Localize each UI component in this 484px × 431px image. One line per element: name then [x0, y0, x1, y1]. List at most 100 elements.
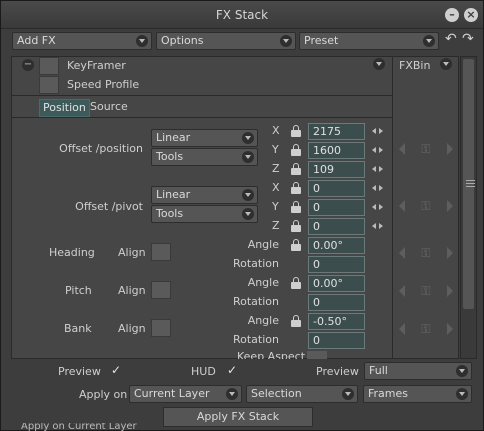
offset-pivot-y-field[interactable]: 0 — [308, 199, 365, 216]
undo-icon[interactable]: ↶ — [445, 31, 457, 47]
offset-position-x-field[interactable]: 2175 — [308, 123, 365, 140]
keyframe-nav-pivot[interactable]: ⚿ — [399, 199, 453, 213]
preview-quality-dropdown[interactable]: Full — [364, 362, 472, 380]
preview-checkbox[interactable]: ✓ — [111, 363, 121, 377]
keyframe-nav-bank[interactable]: ⚿ — [399, 322, 453, 336]
lock-icon[interactable] — [291, 201, 301, 213]
window-title: FX Stack — [215, 8, 269, 22]
offset-position-interp-dropdown[interactable]: Linear — [151, 129, 258, 147]
next-keyframe-icon[interactable] — [447, 323, 453, 335]
title-bar[interactable]: FX Stack – × — [1, 1, 483, 29]
rotation-label: Rotation — [232, 333, 279, 346]
offset-pivot-z-field[interactable]: 0 — [308, 218, 365, 235]
fxbin-dropdown-icon[interactable] — [440, 58, 452, 70]
keyframe-nav-position[interactable]: ⚿ — [399, 142, 453, 156]
prev-keyframe-icon[interactable] — [399, 285, 405, 297]
next-keyframe-icon[interactable] — [447, 200, 453, 212]
offset-pivot-x-field[interactable]: 0 — [308, 180, 365, 197]
keyframe-icon[interactable]: ⚿ — [418, 284, 434, 298]
lock-icon[interactable] — [291, 144, 301, 156]
bank-align-checkbox[interactable] — [151, 319, 171, 337]
chevron-down-icon — [280, 35, 292, 47]
keyframe-icon[interactable]: ⚿ — [418, 322, 434, 336]
next-keyframe-icon[interactable] — [447, 285, 453, 297]
bank-rotation-field[interactable]: 0 — [308, 332, 365, 349]
tools-label: Tools — [156, 207, 184, 220]
bank-angle-field[interactable]: -0.50° — [308, 313, 365, 330]
chevron-down-icon — [242, 151, 254, 163]
keyframe-nav-heading[interactable]: ⚿ — [399, 246, 453, 260]
tab-position[interactable]: Position — [39, 99, 90, 117]
chevron-down-icon — [226, 388, 238, 400]
add-fx-dropdown[interactable]: Add FX — [12, 32, 152, 50]
value-drag-icon[interactable] — [372, 165, 383, 173]
apply-on-value: Current Layer — [134, 387, 210, 400]
offset-pivot-label: Offset /pivot — [75, 200, 143, 213]
lock-icon[interactable] — [291, 125, 301, 137]
lock-icon[interactable] — [291, 182, 301, 194]
value-drag-icon[interactable] — [372, 184, 383, 192]
apply-on-dropdown[interactable]: Current Layer — [129, 385, 242, 403]
lock-icon[interactable] — [291, 315, 301, 327]
minimize-icon[interactable]: – — [445, 8, 459, 22]
pitch-angle-field[interactable]: 0.00° — [308, 275, 365, 292]
preview-quality-label: Preview — [316, 365, 359, 378]
background-window-strip: Apply on Current Layer — [1, 423, 163, 431]
pitch-label: Pitch — [65, 284, 92, 297]
offset-position-z-field[interactable]: 109 — [308, 161, 365, 178]
tab-source[interactable]: Source — [87, 99, 131, 117]
redo-icon[interactable]: ↷ — [462, 31, 474, 47]
lock-icon[interactable] — [291, 163, 301, 175]
prev-keyframe-icon[interactable] — [399, 247, 405, 259]
z-label: Z — [272, 162, 280, 175]
keyframe-nav-pitch[interactable]: ⚿ — [399, 284, 453, 298]
keep-aspect-checkbox[interactable] — [307, 351, 327, 359]
vertical-scrollbar[interactable] — [460, 56, 477, 359]
keyframe-icon[interactable]: ⚿ — [418, 199, 434, 213]
rotation-label: Rotation — [232, 295, 279, 308]
collapse-icon[interactable]: − — [22, 59, 34, 71]
fx-thumbnail-keyframer — [39, 57, 59, 75]
value-drag-icon[interactable] — [372, 146, 383, 154]
next-keyframe-icon[interactable] — [447, 143, 453, 155]
offset-position-y-field[interactable]: 1600 — [308, 142, 365, 159]
preset-dropdown[interactable]: Preset — [299, 32, 439, 50]
pitch-align-checkbox[interactable] — [151, 281, 171, 299]
selection-dropdown[interactable]: Selection — [246, 385, 358, 403]
rotation-label: Rotation — [232, 257, 279, 270]
heading-rotation-field[interactable]: 0 — [308, 256, 365, 273]
x-label: X — [272, 124, 280, 137]
value-drag-icon[interactable] — [372, 203, 383, 211]
offset-pivot-tools-dropdown[interactable]: Tools — [151, 205, 258, 223]
heading-align-checkbox[interactable] — [151, 243, 171, 261]
fx-dropdown-icon[interactable] — [373, 58, 385, 70]
prev-keyframe-icon[interactable] — [399, 143, 405, 155]
lock-icon[interactable] — [291, 239, 301, 251]
pitch-rotation-field[interactable]: 0 — [308, 294, 365, 311]
frames-dropdown[interactable]: Frames — [363, 385, 472, 403]
y-label: Y — [272, 200, 279, 213]
frames-value: Frames — [368, 387, 409, 400]
value-drag-icon[interactable] — [372, 222, 383, 230]
prev-keyframe-icon[interactable] — [399, 323, 405, 335]
options-dropdown[interactable]: Options — [156, 32, 296, 50]
lock-icon[interactable] — [291, 277, 301, 289]
hud-checkbox[interactable]: ✓ — [227, 363, 237, 377]
scrollbar-thumb[interactable] — [463, 59, 475, 309]
offset-position-tools-dropdown[interactable]: Tools — [151, 148, 258, 166]
fx-item-speed-profile[interactable]: Speed Profile — [67, 78, 139, 91]
offset-pivot-interp-dropdown[interactable]: Linear — [151, 186, 258, 204]
keyframe-icon[interactable]: ⚿ — [418, 246, 434, 260]
apply-fx-stack-button[interactable]: Apply FX Stack — [163, 407, 313, 427]
chevron-down-icon — [456, 365, 468, 377]
fx-item-keyframer[interactable]: KeyFramer — [67, 59, 126, 72]
keyframe-icon[interactable]: ⚿ — [418, 142, 434, 156]
lock-icon[interactable] — [291, 220, 301, 232]
hud-label: HUD — [191, 365, 216, 378]
tools-label: Tools — [156, 150, 184, 163]
heading-angle-field[interactable]: 0.00° — [308, 237, 365, 254]
next-keyframe-icon[interactable] — [447, 247, 453, 259]
prev-keyframe-icon[interactable] — [399, 200, 405, 212]
close-icon[interactable]: × — [464, 8, 478, 22]
value-drag-icon[interactable] — [372, 127, 383, 135]
